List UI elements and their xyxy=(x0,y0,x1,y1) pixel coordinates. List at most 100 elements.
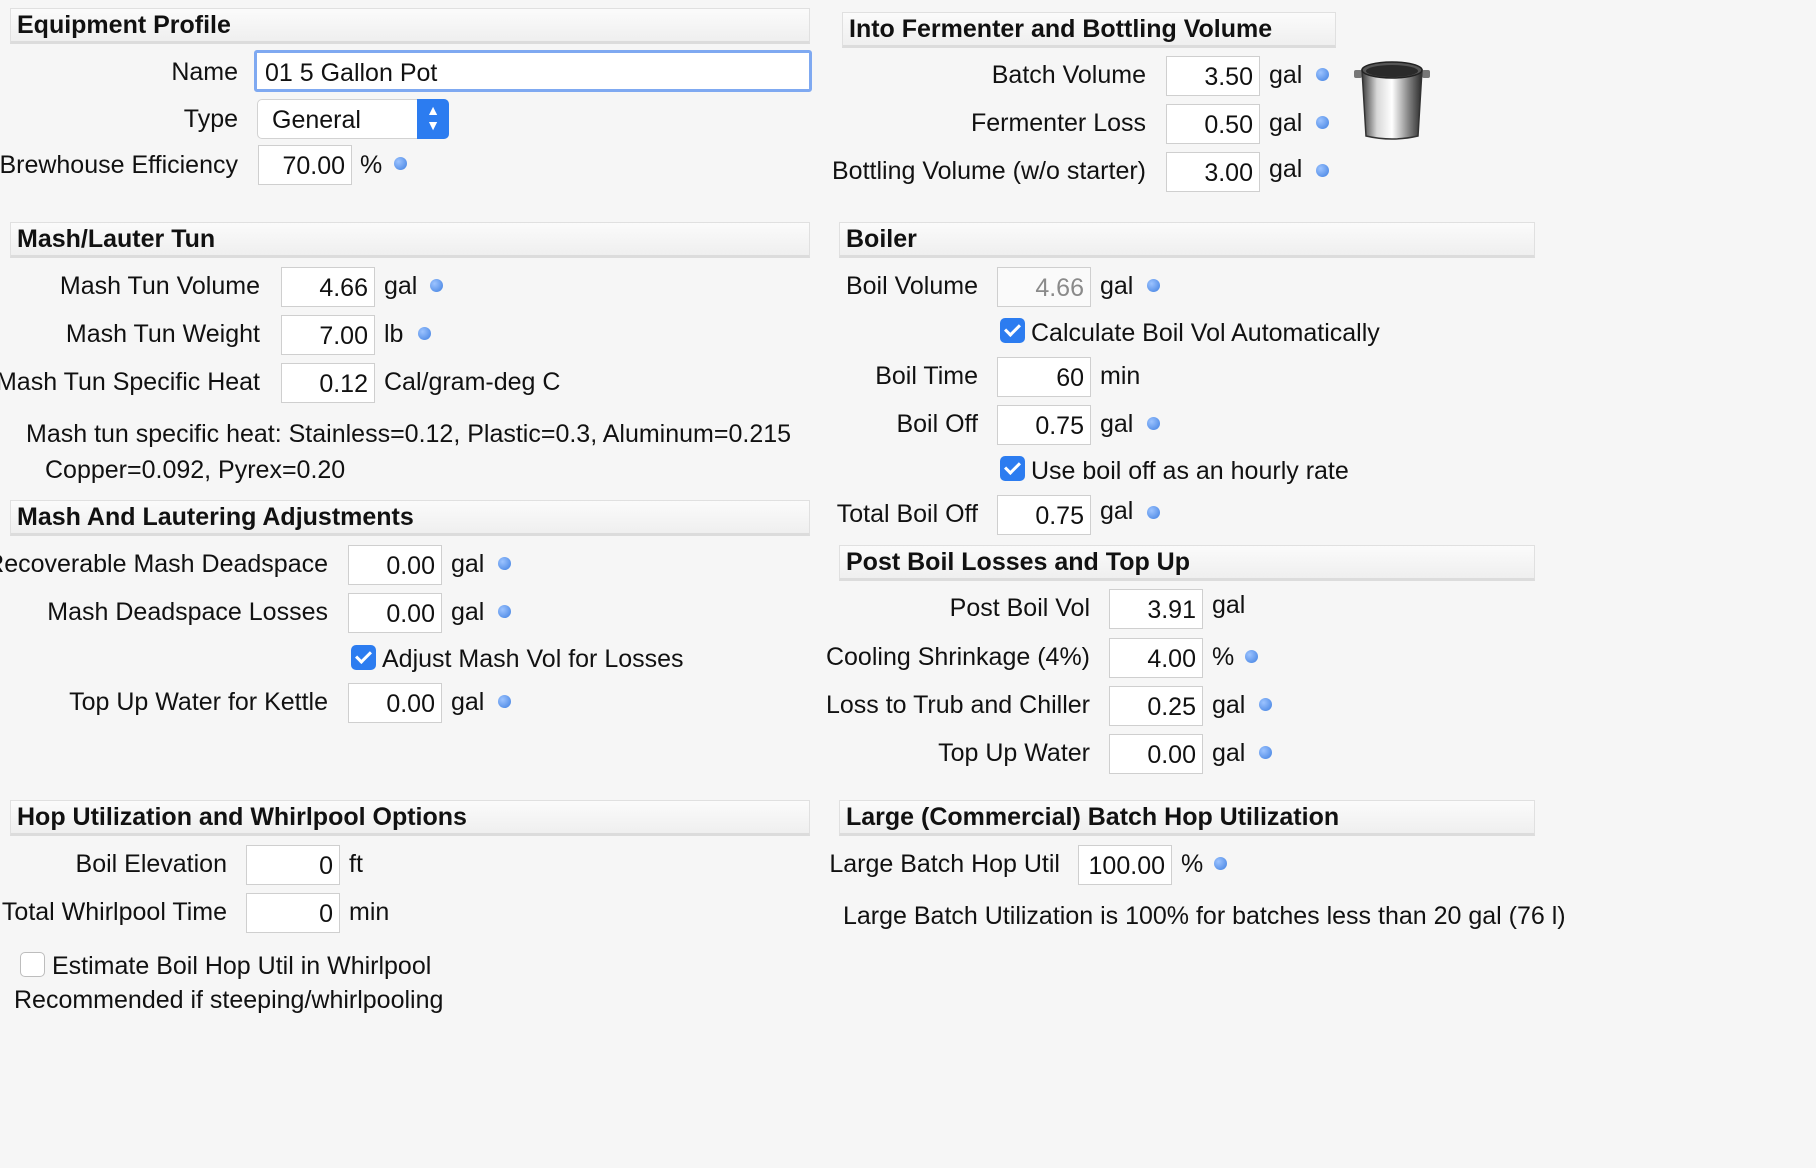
fermenter-loss-label: Fermenter Loss xyxy=(970,109,1146,137)
brew-pot-icon xyxy=(1354,61,1430,140)
top-up-water-unit: gal xyxy=(1212,739,1246,767)
recoverable-deadspace-field[interactable]: 0.00 xyxy=(348,545,442,585)
deadspace-losses-label: Mash Deadspace Losses xyxy=(47,598,328,626)
info-dot-icon[interactable] xyxy=(1259,746,1272,759)
boil-off-unit: gal xyxy=(1100,410,1134,438)
fermenter-loss-field[interactable]: 0.50 xyxy=(1166,104,1260,144)
large-batch-util-unit: % xyxy=(1181,850,1204,878)
boil-volume-label: Boil Volume xyxy=(845,272,978,300)
boil-time-field[interactable]: 60 xyxy=(997,357,1091,397)
total-boil-off-field[interactable]: 0.75 xyxy=(997,495,1091,535)
estimate-whirlpool-label: Estimate Boil Hop Util in Whirlpool xyxy=(52,952,432,980)
info-dot-icon[interactable] xyxy=(498,695,511,708)
batch-volume-field[interactable]: 3.50 xyxy=(1166,56,1260,96)
info-dot-icon[interactable] xyxy=(1147,417,1160,430)
boil-elevation-unit: ft xyxy=(349,850,363,878)
whirlpool-time-label: Total Whirlpool Time xyxy=(1,898,227,926)
post-boil-header: Post Boil Losses and Top Up xyxy=(839,545,1535,581)
recoverable-deadspace-unit: gal xyxy=(451,550,485,578)
large-batch-util-label: Large Batch Hop Util xyxy=(829,850,1060,878)
mash-tun-header: Mash/Lauter Tun xyxy=(10,222,810,258)
adjust-mash-vol-checkbox[interactable] xyxy=(351,645,376,670)
info-dot-icon[interactable] xyxy=(430,279,443,292)
updown-chevron-icon: ▲ ▼ xyxy=(417,99,449,139)
boiler-header: Boiler xyxy=(839,222,1535,258)
mash-tun-volume-label: Mash Tun Volume xyxy=(59,272,260,300)
large-batch-note: Large Batch Utilization is 100% for batc… xyxy=(843,902,1566,930)
post-boil-vol-unit: gal xyxy=(1212,591,1246,619)
type-label: Type xyxy=(183,105,238,133)
batch-volume-unit: gal xyxy=(1269,61,1303,89)
deadspace-losses-field[interactable]: 0.00 xyxy=(348,593,442,633)
info-dot-icon[interactable] xyxy=(1316,116,1329,129)
specific-heat-note-2: Copper=0.092, Pyrex=0.20 xyxy=(45,456,346,484)
fermenter-loss-unit: gal xyxy=(1269,109,1303,137)
calc-boil-vol-checkbox[interactable] xyxy=(1000,318,1025,343)
boil-volume-unit: gal xyxy=(1100,272,1134,300)
top-up-water-label: Top Up Water xyxy=(938,739,1090,767)
mash-tun-volume-field[interactable]: 4.66 xyxy=(281,267,375,307)
mash-tun-volume-unit: gal xyxy=(384,272,418,300)
adjust-mash-vol-label: Adjust Mash Vol for Losses xyxy=(382,645,684,673)
mash-tun-heat-field[interactable]: 0.12 xyxy=(281,363,375,403)
info-dot-icon[interactable] xyxy=(1245,650,1258,663)
boil-off-label: Boil Off xyxy=(896,410,978,438)
trub-chiller-field[interactable]: 0.25 xyxy=(1109,686,1203,726)
calc-boil-vol-label: Calculate Boil Vol Automatically xyxy=(1031,319,1380,347)
boil-elevation-label: Boil Elevation xyxy=(75,850,227,878)
boil-time-label: Boil Time xyxy=(875,362,978,390)
boil-volume-field: 4.66 xyxy=(997,267,1091,307)
info-dot-icon[interactable] xyxy=(498,605,511,618)
deadspace-losses-unit: gal xyxy=(451,598,485,626)
mash-tun-weight-label: Mash Tun Weight xyxy=(65,320,260,348)
whirlpool-time-field[interactable]: 0 xyxy=(246,893,340,933)
name-input[interactable]: 01 5 Gallon Pot xyxy=(254,50,812,92)
adjustments-header: Mash And Lautering Adjustments xyxy=(10,500,810,536)
type-select[interactable]: General ▲ ▼ xyxy=(257,99,449,139)
info-dot-icon[interactable] xyxy=(1147,506,1160,519)
equipment-profile-header: Equipment Profile xyxy=(10,8,810,44)
hop-utilization-header: Hop Utilization and Whirlpool Options xyxy=(10,800,810,836)
info-dot-icon[interactable] xyxy=(1259,698,1272,711)
top-up-kettle-unit: gal xyxy=(451,688,485,716)
brewhouse-efficiency-field[interactable]: 70.00 xyxy=(258,145,352,185)
top-up-water-field[interactable]: 0.00 xyxy=(1109,734,1203,774)
cooling-shrinkage-unit: % xyxy=(1212,643,1235,671)
batch-volume-label: Batch Volume xyxy=(991,61,1146,89)
large-batch-header: Large (Commercial) Batch Hop Utilization xyxy=(839,800,1535,836)
estimate-whirlpool-checkbox[interactable] xyxy=(20,952,45,977)
post-boil-vol-field[interactable]: 3.91 xyxy=(1109,589,1203,629)
brewhouse-efficiency-unit: % xyxy=(360,151,383,179)
cooling-shrinkage-label: Cooling Shrinkage (4%) xyxy=(825,643,1090,671)
hourly-rate-checkbox[interactable] xyxy=(1000,456,1025,481)
info-dot-icon[interactable] xyxy=(1214,857,1227,870)
bottling-volume-field[interactable]: 3.00 xyxy=(1166,152,1260,192)
type-select-value: General xyxy=(272,106,361,134)
cooling-shrinkage-field[interactable]: 4.00 xyxy=(1109,638,1203,678)
info-dot-icon[interactable] xyxy=(1316,68,1329,81)
boil-off-field[interactable]: 0.75 xyxy=(997,405,1091,445)
boil-time-unit: min xyxy=(1100,362,1141,390)
recoverable-deadspace-label: Recoverable Mash Deadspace xyxy=(0,550,328,578)
info-dot-icon[interactable] xyxy=(498,557,511,570)
trub-chiller-label: Loss to Trub and Chiller xyxy=(825,691,1090,719)
fermenter-header: Into Fermenter and Bottling Volume xyxy=(842,12,1336,48)
info-dot-icon[interactable] xyxy=(394,157,407,170)
info-dot-icon[interactable] xyxy=(1316,164,1329,177)
info-dot-icon[interactable] xyxy=(418,327,431,340)
whirlpool-time-unit: min xyxy=(349,898,390,926)
boil-elevation-field[interactable]: 0 xyxy=(246,845,340,885)
mash-tun-weight-field[interactable]: 7.00 xyxy=(281,315,375,355)
mash-tun-heat-unit: Cal/gram-deg C xyxy=(384,368,561,396)
large-batch-util-field[interactable]: 100.00 xyxy=(1078,845,1172,885)
name-label: Name xyxy=(171,58,238,86)
mash-tun-heat-label: Mash Tun Specific Heat xyxy=(0,368,260,396)
total-boil-off-label: Total Boil Off xyxy=(836,500,978,528)
info-dot-icon[interactable] xyxy=(1147,279,1160,292)
brewhouse-efficiency-label: Brewhouse Efficiency xyxy=(0,151,238,179)
top-up-kettle-label: Top Up Water for Kettle xyxy=(69,688,328,716)
bottling-volume-unit: gal xyxy=(1269,155,1303,183)
total-boil-off-unit: gal xyxy=(1100,497,1134,525)
top-up-kettle-field[interactable]: 0.00 xyxy=(348,683,442,723)
bottling-volume-label: Bottling Volume (w/o starter) xyxy=(831,157,1146,185)
